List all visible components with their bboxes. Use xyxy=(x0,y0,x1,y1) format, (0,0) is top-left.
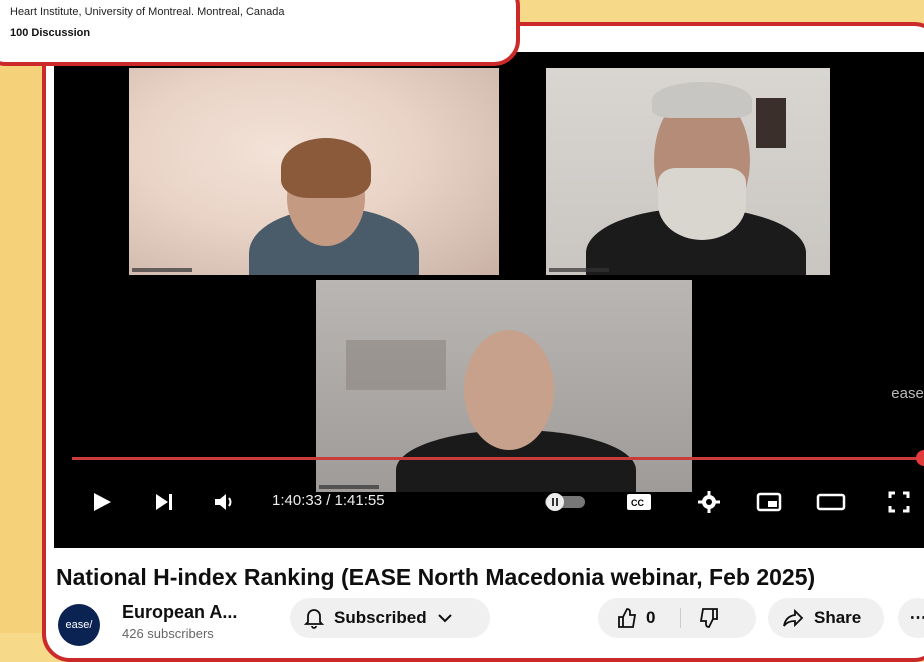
participant-tile-1 xyxy=(129,68,499,275)
progress-bar[interactable] xyxy=(72,457,924,460)
like-button[interactable]: 0 xyxy=(616,607,655,629)
video-player[interactable]: ease/ 1:40:33 / 1:41:55 CC xyxy=(54,52,924,548)
settings-gear-icon[interactable] xyxy=(694,482,724,522)
thumbs-down-icon xyxy=(698,607,720,629)
share-arrow-icon xyxy=(782,608,804,628)
subscribed-button[interactable]: Subscribed xyxy=(290,598,490,638)
time-display: 1:40:33 / 1:41:55 xyxy=(272,492,385,509)
play-icon[interactable] xyxy=(88,482,116,522)
theater-mode-icon[interactable] xyxy=(814,482,848,522)
video-title: National H-index Ranking (EASE North Mac… xyxy=(56,564,815,591)
avatar-logo-text: ease/ xyxy=(66,619,93,631)
participant-tile-3 xyxy=(316,280,692,492)
participant-tile-2 xyxy=(546,68,830,275)
discussion-label: 100 Discussion xyxy=(10,27,90,39)
progress-scrubber[interactable] xyxy=(916,450,924,466)
more-actions-button[interactable]: ⋯ xyxy=(898,598,924,638)
chevron-down-icon xyxy=(437,612,453,624)
miniplayer-icon[interactable] xyxy=(754,482,784,522)
captions-icon[interactable]: CC xyxy=(624,482,654,522)
svg-text:CC: CC xyxy=(631,498,644,508)
like-dislike-group: 0 xyxy=(598,598,756,638)
subscribed-label: Subscribed xyxy=(334,608,427,628)
dislike-button[interactable] xyxy=(698,607,720,629)
player-controls: 1:40:33 / 1:41:55 CC xyxy=(54,482,924,522)
participant-name-tag xyxy=(549,268,609,272)
bell-icon xyxy=(304,607,324,629)
share-button[interactable]: Share xyxy=(768,598,884,638)
volume-icon[interactable] xyxy=(210,482,240,522)
like-divider xyxy=(680,608,681,628)
speaker-info-card: Heart Institute, University of Montreal.… xyxy=(0,0,520,66)
next-icon[interactable] xyxy=(150,482,178,522)
video-frame: ease/ 1:40:33 / 1:41:55 CC xyxy=(42,22,924,662)
subscriber-count: 426 subscribers xyxy=(122,626,214,641)
thumbs-up-icon xyxy=(616,607,638,629)
watermark-logo: ease/ xyxy=(891,385,924,402)
share-label: Share xyxy=(814,608,861,628)
channel-name[interactable]: European A... xyxy=(122,602,237,623)
like-count: 0 xyxy=(646,608,655,628)
affiliation-text: Heart Institute, University of Montreal.… xyxy=(10,6,285,18)
fullscreen-icon[interactable] xyxy=(884,482,914,522)
more-horizontal-icon: ⋯ xyxy=(910,608,924,628)
autoplay-toggle[interactable] xyxy=(542,482,588,522)
participant-name-tag xyxy=(132,268,192,272)
channel-avatar[interactable]: ease/ xyxy=(58,604,100,646)
